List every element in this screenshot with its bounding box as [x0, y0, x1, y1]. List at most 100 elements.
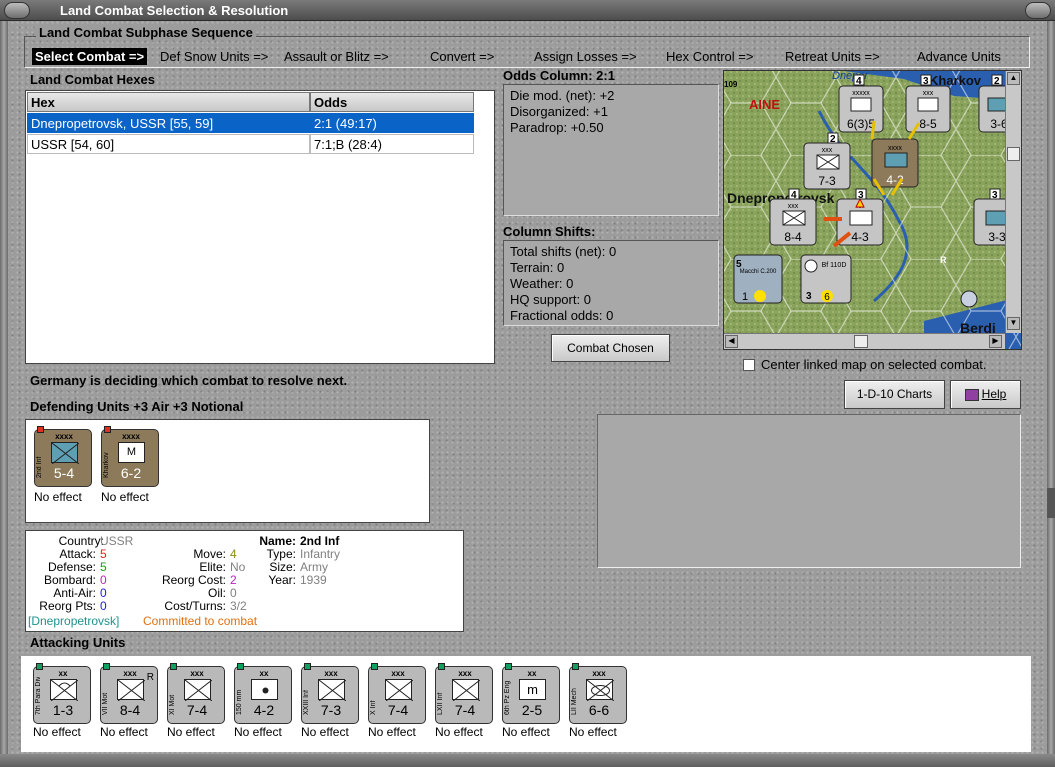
unit-result: No effect: [435, 725, 483, 739]
attacking-unit-counter[interactable]: xxx LXII Inf 7-4: [435, 663, 493, 724]
oil-value: 0: [230, 586, 237, 600]
table-row[interactable]: USSR [54, 60] 7:1;B (28:4): [27, 134, 474, 154]
scroll-left-icon[interactable]: ◀: [725, 335, 738, 348]
attack-label: Attack:: [59, 547, 96, 561]
unit-result: No effect: [502, 725, 550, 739]
scroll-up-icon[interactable]: ▲: [1007, 72, 1020, 85]
bombard-label: Bombard:: [43, 573, 96, 587]
scroll-right-icon[interactable]: ▶: [989, 335, 1002, 348]
scroll-thumb[interactable]: [854, 335, 868, 348]
map-vertical-scrollbar[interactable]: ▲ ▼: [1005, 71, 1021, 333]
table-row[interactable]: Dnepropetrovsk, USSR [55, 59] 2:1 (49:17…: [27, 113, 474, 133]
costturns-label: Cost/Turns:: [164, 599, 226, 613]
sequence-label: Land Combat Subphase Sequence: [36, 25, 256, 40]
hexes-title: Land Combat Hexes: [30, 72, 155, 87]
scroll-down-icon[interactable]: ▼: [1007, 317, 1020, 330]
help-label: Help: [981, 387, 1007, 401]
svg-text:8-5: 8-5: [919, 117, 937, 131]
svg-text:4-3: 4-3: [851, 230, 869, 244]
militia-symbol-icon: M: [118, 442, 145, 463]
unit-strength: 6-2: [120, 465, 142, 481]
defending-unit-counter[interactable]: xxxx 2nd Inf 5-4: [34, 426, 92, 487]
sequence-step-def-snow: Def Snow Units =>: [160, 49, 269, 64]
disorganized-line: Disorganized: +1: [510, 104, 608, 119]
unit-strength: 5-4: [53, 465, 75, 481]
charts-button[interactable]: 1-D-10 Charts: [844, 380, 945, 409]
hq-support-line: HQ support: 0: [510, 292, 591, 307]
unit-result: No effect: [167, 725, 215, 739]
svg-text:6(3)5: 6(3)5: [847, 117, 875, 131]
motorized-infantry-symbol-icon: [117, 679, 145, 701]
map-badge: R: [940, 255, 947, 265]
defending-units-box: xxxx 2nd Inf 5-4 No effect xxxx Kharkov …: [25, 419, 430, 523]
infantry-symbol-icon: [318, 679, 346, 701]
scroll-thumb[interactable]: [1007, 147, 1020, 161]
name-value: 2nd Inf: [300, 534, 340, 548]
resize-handle[interactable]: [1047, 488, 1055, 518]
hex-column-header[interactable]: Hex: [27, 92, 310, 112]
unit-strength: 8-4: [119, 702, 141, 718]
attacking-unit-counter[interactable]: xxx XXIII Inf 7-3: [301, 663, 359, 724]
hex-cell: USSR [54, 60]: [27, 134, 310, 154]
odds-column-header[interactable]: Odds: [310, 92, 474, 112]
location-text: [Dnepropetrovsk]: [28, 614, 120, 628]
engineer-symbol-icon: m: [519, 679, 546, 700]
unit-result: No effect: [569, 725, 617, 739]
svg-text:Bf 110D: Bf 110D: [822, 262, 847, 269]
country-value: USSR: [100, 534, 134, 548]
infantry-symbol-icon: [385, 679, 413, 701]
attack-value: 5: [100, 547, 107, 561]
attacking-unit-counter[interactable]: xxx R VII Mot 8-4: [100, 663, 158, 724]
map-badge: 3: [992, 190, 998, 201]
size-label: Size:: [269, 560, 296, 574]
sequence-step-assault: Assault or Blitz =>: [284, 49, 389, 64]
move-label: Move:: [193, 547, 226, 561]
die-mod-line: Die mod. (net): +2: [510, 88, 615, 103]
attack-arrow: [870, 120, 876, 140]
map-badge: 3: [858, 190, 864, 201]
attacking-unit-counter[interactable]: xxx X Inf 7-4: [368, 663, 426, 724]
svg-text:8-4: 8-4: [784, 230, 802, 244]
militia-letter: M: [126, 446, 137, 458]
attacking-unit-counter[interactable]: xx 150 mm 4-2: [234, 663, 292, 724]
svg-text:3-3: 3-3: [988, 230, 1006, 244]
attacking-unit-counter[interactable]: xxx LII Mech 6-6: [569, 663, 627, 724]
attacking-unit-counter[interactable]: xx 7th Para Div 1-3: [33, 663, 91, 724]
map-counter: 4-2 xxxx: [871, 138, 919, 188]
map-badge: 3: [806, 291, 812, 302]
attacking-unit-counter[interactable]: xx 6th Pz Eng m 2-5: [502, 663, 560, 724]
year-value: 1939: [300, 573, 327, 587]
move-value: 4: [230, 547, 237, 561]
hex-cell: Dnepropetrovsk, USSR [55, 59]: [27, 113, 310, 133]
odds-panel: Die mod. (net): +2 Disorganized: +1 Para…: [503, 84, 719, 216]
svg-text:xxx: xxx: [788, 203, 799, 210]
unit-strength: 7-4: [186, 702, 208, 718]
map-canvas: Dneper Kharkov AINE Dnepropetrovsk Berdi…: [724, 71, 1021, 349]
map-counter: 8-4 xxx: [769, 198, 817, 246]
map-label: AINE: [749, 97, 780, 112]
unit-tag: R: [146, 672, 154, 683]
close-button[interactable]: [1025, 2, 1051, 19]
unit-strength: 7-4: [387, 702, 409, 718]
paratrooper-symbol-icon: [50, 679, 78, 701]
defending-unit-counter[interactable]: xxxx Kharkov M 6-2: [101, 426, 159, 487]
unit-strength: 1-3: [52, 702, 74, 718]
help-button[interactable]: Help: [950, 380, 1021, 409]
window-frame-left: [0, 21, 8, 767]
map-horizontal-scrollbar[interactable]: ◀ ▶: [724, 333, 1005, 349]
infantry-symbol-icon: [452, 679, 480, 701]
reorgcost-label: Reorg Cost:: [161, 573, 226, 587]
weather-line: Weather: 0: [510, 276, 574, 291]
elite-value: No: [230, 560, 246, 574]
sequence-step-hex-control: Hex Control =>: [666, 49, 754, 64]
combat-chosen-button[interactable]: Combat Chosen: [551, 334, 670, 362]
map-badge: 5: [736, 259, 742, 270]
attacking-unit-counter[interactable]: xxx XI Mot 7-4: [167, 663, 225, 724]
map-badge: 4: [856, 76, 862, 87]
center-map-checkbox[interactable]: [743, 359, 755, 371]
type-value: Infantry: [300, 547, 341, 561]
linked-map[interactable]: Dneper Kharkov AINE Dnepropetrovsk Berdi…: [723, 70, 1022, 350]
svg-text:Macchi C.200: Macchi C.200: [740, 269, 777, 275]
map-badge: 2: [830, 134, 836, 145]
system-menu-button[interactable]: [4, 2, 30, 19]
